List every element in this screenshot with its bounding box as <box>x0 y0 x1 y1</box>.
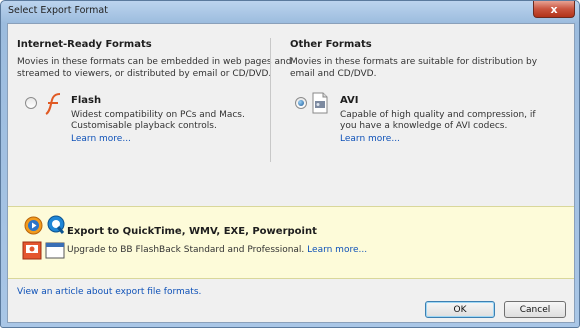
powerpoint-icon <box>22 241 42 260</box>
title-bar[interactable]: Select Export Format x <box>1 1 579 22</box>
upgrade-title: Export to QuickTime, WMV, EXE, Powerpoin… <box>67 226 317 237</box>
flash-radio[interactable] <box>25 97 37 109</box>
windows-media-icon <box>24 216 43 235</box>
cancel-button[interactable]: Cancel <box>504 301 566 318</box>
flash-learn-more-link[interactable]: Learn more... <box>71 134 131 144</box>
dialog-body: Internet-Ready Formats Movies in these f… <box>7 23 575 323</box>
internet-formats-description: Movies in these formats can be embedded … <box>17 57 292 79</box>
close-button[interactable]: x <box>533 1 575 18</box>
footer-divider <box>8 288 574 289</box>
window-title: Select Export Format <box>8 5 108 16</box>
other-formats-description: Movies in these formats are suitable for… <box>290 57 538 79</box>
quicktime-icon <box>47 215 65 234</box>
avi-radio[interactable] <box>295 97 307 109</box>
upgrade-learn-more-link[interactable]: Learn more... <box>307 245 367 255</box>
avi-format-name: AVI <box>340 95 359 106</box>
upgrade-banner: Export to QuickTime, WMV, EXE, Powerpoin… <box>8 206 574 279</box>
exe-window-icon <box>45 242 65 259</box>
flash-icon <box>45 93 61 115</box>
other-formats-heading: Other Formats <box>290 39 372 50</box>
avi-file-icon <box>312 92 328 114</box>
close-icon: x <box>550 2 558 16</box>
avi-format-description: Capable of high quality and compression,… <box>340 110 536 131</box>
flash-format-name: Flash <box>71 95 102 106</box>
upgrade-text: Upgrade to BB FlashBack Standard and Pro… <box>67 245 368 255</box>
dialog-window: Select Export Format x Internet-Ready Fo… <box>0 0 580 328</box>
ok-button[interactable]: OK <box>425 301 495 318</box>
section-divider <box>270 38 271 162</box>
flash-format-description: Widest compatibility on PCs and Macs. Cu… <box>71 110 245 131</box>
avi-learn-more-link[interactable]: Learn more... <box>340 134 400 144</box>
internet-formats-heading: Internet-Ready Formats <box>17 39 152 50</box>
